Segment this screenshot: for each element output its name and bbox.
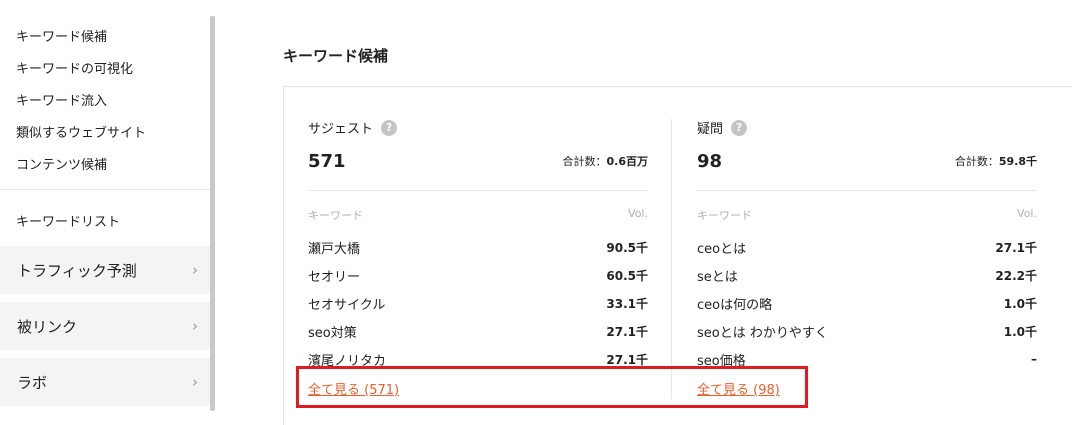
keyword-cell[interactable]: 瀬戸大橋 xyxy=(308,238,360,257)
table-row: セオサイクル 33.1千 xyxy=(308,289,648,317)
suggest-column: サジェスト ? 571 合計数：0.6百万 キーワード Vol. 瀬戸大橋 90.… xyxy=(308,87,648,407)
sidebar: キーワード候補 キーワードの可視化 キーワード流入 類似するウェブサイト コンテ… xyxy=(0,0,212,425)
volume-cell: 27.1千 xyxy=(606,324,648,339)
table-row: ceoは何の略 1.0千 xyxy=(697,289,1037,317)
volume-cell: – xyxy=(1031,352,1037,366)
keyword-cell[interactable]: 濱尾ノリタカ xyxy=(308,350,386,369)
page-title: キーワード候補 xyxy=(283,47,389,65)
sidebar-item-keyword-candidates[interactable]: キーワード候補 xyxy=(16,26,107,45)
volume-cell: 27.1千 xyxy=(995,240,1037,255)
sidebar-group-labs[interactable]: ラボ › xyxy=(0,358,212,406)
sidebar-item-similar-websites[interactable]: 類似するウェブサイト xyxy=(16,122,146,141)
column-header-keyword: キーワード xyxy=(697,209,752,222)
keyword-cell[interactable]: セオリー xyxy=(308,266,360,285)
volume-cell: 1.0千 xyxy=(1003,296,1037,311)
total-label: 合計数： xyxy=(562,155,607,168)
table-row: セオリー 60.5千 xyxy=(308,261,648,289)
sidebar-scrollbar[interactable] xyxy=(210,16,215,411)
keyword-cell[interactable]: セオサイクル xyxy=(308,294,385,313)
divider xyxy=(697,190,1037,191)
keyword-cell[interactable]: ceoとは xyxy=(697,238,746,257)
sidebar-divider xyxy=(0,189,212,190)
keyword-cell[interactable]: seとは xyxy=(697,266,738,285)
suggest-table: 瀬戸大橋 90.5千 セオリー 60.5千 セオサイクル 33.1千 seo対策 27.… xyxy=(308,233,648,373)
column-divider xyxy=(671,119,672,399)
chevron-right-icon: › xyxy=(192,373,198,391)
sidebar-item-keyword-visualization[interactable]: キーワードの可視化 xyxy=(16,58,133,77)
volume-cell: 33.1千 xyxy=(606,296,648,311)
sidebar-group-label: ラボ xyxy=(17,373,48,392)
suggest-header: サジェスト ? xyxy=(308,118,398,137)
suggest-count: 571 xyxy=(308,151,346,172)
help-icon[interactable]: ? xyxy=(731,119,748,136)
questions-header: 疑問 ? xyxy=(697,118,748,137)
questions-column: 疑問 ? 98 合計数：59.8千 キーワード Vol. ceoとは 27.1千 … xyxy=(697,87,1037,407)
questions-count: 98 xyxy=(697,151,723,172)
help-icon[interactable]: ? xyxy=(381,119,398,136)
volume-cell: 1.0千 xyxy=(1003,324,1037,339)
volume-cell: 22.2千 xyxy=(995,268,1037,283)
divider xyxy=(308,190,648,191)
total-label: 合計数： xyxy=(954,155,999,168)
keyword-cell[interactable]: seo対策 xyxy=(308,322,357,341)
suggest-heading: サジェスト xyxy=(308,122,374,137)
sidebar-group-traffic-forecast[interactable]: トラフィック予測 › xyxy=(0,246,212,294)
table-row: seo対策 27.1千 xyxy=(308,317,648,345)
total-value: 59.8千 xyxy=(998,155,1037,168)
table-row: seo価格 – xyxy=(697,345,1037,373)
volume-cell: 27.1千 xyxy=(606,352,648,367)
column-header-keyword: キーワード xyxy=(308,209,363,222)
sidebar-item-keyword-inflow[interactable]: キーワード流入 xyxy=(16,90,107,109)
volume-cell: 60.5千 xyxy=(606,268,648,283)
sidebar-group-backlinks[interactable]: 被リンク › xyxy=(0,302,212,350)
volume-cell: 90.5千 xyxy=(606,240,648,255)
total-value: 0.6百万 xyxy=(606,155,649,168)
keyword-cell[interactable]: ceoは何の略 xyxy=(697,294,772,313)
column-header-volume: Vol. xyxy=(1017,207,1037,220)
keyword-cell[interactable]: seo価格 xyxy=(697,350,746,369)
questions-heading: 疑問 xyxy=(697,122,724,137)
see-all-suggest-link[interactable]: 全て見る (571) xyxy=(308,379,399,398)
questions-table: ceoとは 27.1千 seとは 22.2千 ceoは何の略 1.0千 seoとは わ… xyxy=(697,233,1037,373)
table-row: 濱尾ノリタカ 27.1千 xyxy=(308,345,648,373)
chevron-right-icon: › xyxy=(192,317,198,335)
questions-total: 合計数：59.8千 xyxy=(955,153,1037,169)
table-row: seoとは わかりやすく 1.0千 xyxy=(697,317,1037,345)
sidebar-item-content-candidates[interactable]: コンテンツ候補 xyxy=(16,154,107,173)
chevron-right-icon: › xyxy=(192,261,198,279)
keyword-candidates-panel: サジェスト ? 571 合計数：0.6百万 キーワード Vol. 瀬戸大橋 90.… xyxy=(283,86,1072,425)
table-row: ceoとは 27.1千 xyxy=(697,233,1037,261)
see-all-questions-link[interactable]: 全て見る (98) xyxy=(697,379,780,398)
table-row: seとは 22.2千 xyxy=(697,261,1037,289)
keyword-cell[interactable]: seoとは わかりやすく xyxy=(697,322,828,341)
suggest-total: 合計数：0.6百万 xyxy=(563,153,649,169)
sidebar-item-keyword-list[interactable]: キーワードリスト xyxy=(16,211,120,230)
column-header-volume: Vol. xyxy=(628,207,648,220)
table-row: 瀬戸大橋 90.5千 xyxy=(308,233,648,261)
sidebar-group-label: 被リンク xyxy=(17,317,78,336)
sidebar-group-label: トラフィック予測 xyxy=(17,261,137,280)
